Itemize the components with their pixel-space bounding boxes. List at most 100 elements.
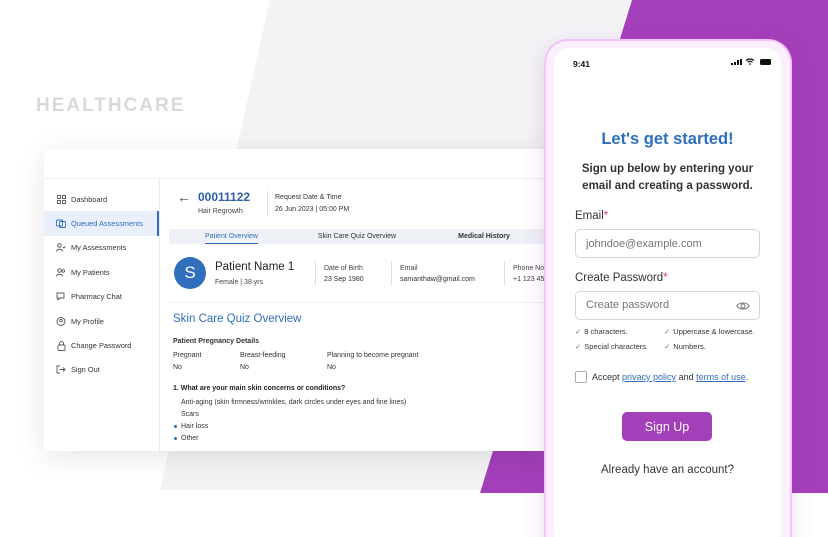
email-value: samanthaw@gmail.com xyxy=(400,276,475,283)
quiz-answer: Hair loss xyxy=(181,423,209,430)
breast-feeding-value: No xyxy=(240,364,249,371)
divider xyxy=(267,191,268,215)
password-field[interactable] xyxy=(575,291,760,320)
password-label: Create Password* xyxy=(575,272,668,284)
status-icons xyxy=(731,58,771,65)
password-rule: ✓ 8 characters. xyxy=(575,327,628,336)
check-icon: ✓ xyxy=(575,327,582,336)
terms-of-use-link[interactable]: terms of use xyxy=(696,372,746,382)
tab-patient-overview[interactable]: Patient Overview xyxy=(205,229,258,244)
phone-screen: 9:41 Let's get started! Sign up below by… xyxy=(554,48,781,537)
patient-name: Patient Name 1 xyxy=(215,261,295,273)
divider xyxy=(315,261,316,285)
planning-pregnancy-value: No xyxy=(327,364,336,371)
tab-bar: Patient Overview Skin Care Quiz Overview… xyxy=(169,229,553,244)
quiz-title: Skin Care Quiz Overview xyxy=(173,313,302,325)
password-rule-text: Uppercase & lowercase. xyxy=(673,327,755,336)
sidebar-item-sign-out[interactable]: Sign Out xyxy=(44,358,159,382)
terms-text: Accept privacy policy and terms of use. xyxy=(592,372,748,382)
signal-icon xyxy=(731,58,742,65)
eye-icon[interactable] xyxy=(736,299,750,313)
tab-medical-history[interactable]: Medical History xyxy=(458,229,510,244)
dob-label: Date of Birth xyxy=(324,265,363,272)
sidebar-item-label: My Profile xyxy=(71,316,104,326)
battery-icon xyxy=(760,58,771,65)
sidebar: Dashboard Queued Assessments My Assessme… xyxy=(44,179,160,451)
email-label-text: Email xyxy=(575,210,604,222)
terms-and: and xyxy=(678,372,694,382)
sidebar-item-dashboard[interactable]: Dashboard xyxy=(44,187,159,211)
request-date-value: 26 Jun 2023 | 05:00 PM xyxy=(275,206,350,213)
check-icon: ✓ xyxy=(664,327,671,336)
tab-skin-care-quiz-overview[interactable]: Skin Care Quiz Overview xyxy=(318,229,396,244)
email-label: Email xyxy=(400,265,418,272)
password-rule: ✓ Numbers. xyxy=(664,342,706,351)
terms-period: . xyxy=(745,372,749,382)
password-rule-text: Special characters. xyxy=(584,342,649,351)
phone-mockup: 9:41 Let's get started! Sign up below by… xyxy=(546,41,790,537)
email-input[interactable] xyxy=(575,229,760,258)
sidebar-item-queued-assessments[interactable]: Queued Assessments xyxy=(44,211,159,236)
quiz-question: 1. What are your main skin concerns or c… xyxy=(173,385,346,392)
password-label-text: Create Password xyxy=(575,272,664,284)
back-arrow-icon[interactable]: ← xyxy=(177,189,191,205)
breast-feeding-label: Breast-feeding xyxy=(240,352,286,359)
check-icon: ✓ xyxy=(664,342,671,351)
terms-checkbox[interactable] xyxy=(575,371,587,383)
patient-meta: Female | 38 yrs xyxy=(215,279,264,286)
brand-label: HEALTHCARE xyxy=(36,95,186,116)
main-content: ← 00011122 Hair Regrowth Request Date & … xyxy=(161,179,564,451)
divider xyxy=(504,261,505,285)
dashboard-window: Dashboard Queued Assessments My Assessme… xyxy=(44,149,564,451)
case-id: 00011122 xyxy=(198,190,251,204)
case-category: Hair Regrowth xyxy=(198,208,243,215)
sidebar-item-label: My Patients xyxy=(71,267,110,277)
user-check-icon xyxy=(56,243,66,253)
email-label: Email* xyxy=(575,210,608,222)
sidebar-item-label: Pharmacy Chat xyxy=(71,292,122,302)
password-rule: ✓ Special characters. xyxy=(575,342,648,351)
patient-card: S Patient Name 1 Female | 38 yrs Date of… xyxy=(169,251,564,303)
divider xyxy=(391,261,392,285)
sidebar-item-label: My Assessments xyxy=(71,243,127,253)
phone-label: Phone No. xyxy=(513,265,547,272)
sidebar-item-label: Change Password xyxy=(71,341,132,351)
sidebar-item-label: Dashboard xyxy=(71,194,108,204)
planning-pregnancy-label: Planning to become pregnant xyxy=(327,352,419,359)
bullet-icon xyxy=(174,437,177,440)
quiz-answer: Other xyxy=(181,435,199,442)
sidebar-item-label: Sign Out xyxy=(71,365,100,375)
sidebar-item-change-password[interactable]: Change Password xyxy=(44,333,159,357)
signup-subtitle: Sign up below by entering your email and… xyxy=(554,161,781,195)
pregnant-value: No xyxy=(173,364,182,371)
check-icon: ✓ xyxy=(575,342,582,351)
bullet-icon xyxy=(174,425,177,428)
signup-title: Let's get started! xyxy=(601,130,734,148)
quiz-answer: Scars xyxy=(181,411,199,418)
sign-out-icon xyxy=(56,365,66,375)
signup-subtitle-line: Sign up below by entering your xyxy=(581,163,754,175)
login-prompt[interactable]: Already have an account? xyxy=(554,464,781,476)
sidebar-item-my-profile[interactable]: My Profile xyxy=(44,309,159,333)
profile-icon xyxy=(56,316,66,326)
sidebar-item-pharmacy-chat[interactable]: Pharmacy Chat xyxy=(44,285,159,309)
case-header: ← 00011122 Hair Regrowth Request Date & … xyxy=(171,179,564,219)
quiz-section-title: Patient Pregnancy Details xyxy=(173,338,259,345)
password-rule-text: Numbers. xyxy=(673,342,706,351)
privacy-policy-link[interactable]: privacy policy xyxy=(622,372,676,382)
password-rule: ✓ Uppercase & lowercase. xyxy=(664,327,755,336)
sidebar-item-label: Queued Assessments xyxy=(71,219,143,229)
required-asterisk: * xyxy=(603,210,609,222)
queue-icon xyxy=(56,219,66,229)
sidebar-item-my-assessments[interactable]: My Assessments xyxy=(44,236,159,260)
lock-icon xyxy=(56,340,66,351)
status-time: 9:41 xyxy=(573,59,591,69)
pregnant-label: Pregnant xyxy=(173,352,202,359)
password-input[interactable] xyxy=(586,292,736,318)
dashboard-topbar xyxy=(44,149,564,179)
wifi-icon xyxy=(745,58,755,65)
grid-icon xyxy=(56,194,66,204)
sidebar-item-my-patients[interactable]: My Patients xyxy=(44,260,159,284)
password-rule-text: 8 characters. xyxy=(584,327,628,336)
sign-up-button[interactable]: Sign Up xyxy=(622,412,712,441)
